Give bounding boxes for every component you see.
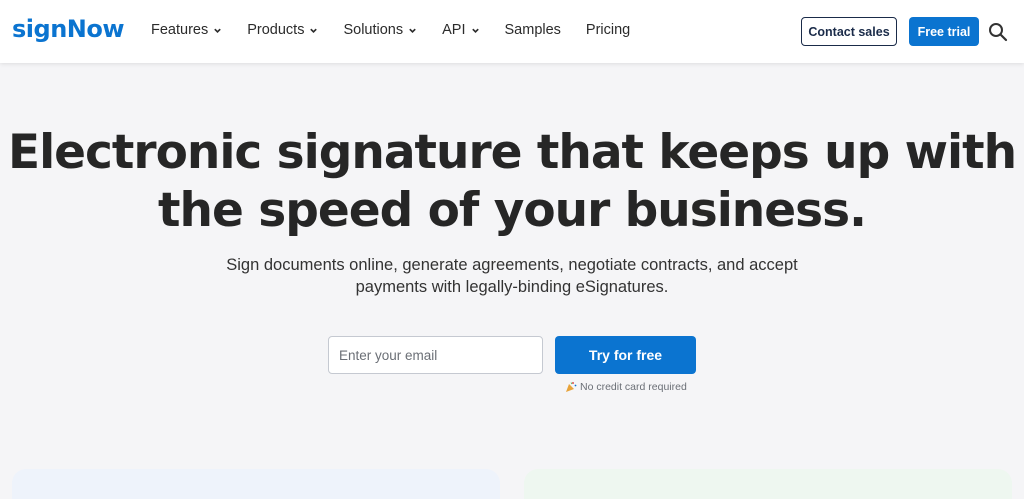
party-popper-icon bbox=[566, 382, 577, 392]
email-input[interactable] bbox=[328, 336, 543, 374]
top-navigation-bar: signNow Features Products Solutions API … bbox=[0, 0, 1024, 63]
free-trial-button[interactable]: Free trial bbox=[909, 17, 979, 46]
subline-line-1: Sign documents online, generate agreemen… bbox=[226, 256, 798, 274]
nav-item-features[interactable]: Features bbox=[151, 22, 222, 38]
headline-line-2: the speed of your business. bbox=[158, 183, 867, 238]
chevron-down-icon bbox=[310, 28, 318, 33]
search-icon[interactable] bbox=[988, 22, 1008, 42]
no-credit-card-text: No credit card required bbox=[580, 381, 687, 393]
feature-card-right bbox=[524, 469, 1012, 499]
nav-item-api[interactable]: API bbox=[442, 22, 479, 38]
subline-line-2: payments with legally-binding eSignature… bbox=[355, 278, 669, 296]
nav-item-samples[interactable]: Samples bbox=[505, 22, 561, 38]
nav-item-pricing[interactable]: Pricing bbox=[586, 22, 630, 38]
nav-item-label: Products bbox=[247, 22, 305, 38]
nav-item-label: Solutions bbox=[343, 22, 404, 38]
try-for-free-button[interactable]: Try for free bbox=[555, 336, 696, 374]
nav-item-label: Pricing bbox=[585, 22, 631, 38]
signnow-logo[interactable]: signNow bbox=[12, 15, 125, 43]
nav-item-label: API bbox=[442, 22, 466, 38]
feature-card-left bbox=[12, 469, 500, 499]
hero-subheadline: Sign documents online, generate agreemen… bbox=[212, 254, 812, 298]
contact-sales-button[interactable]: Contact sales bbox=[801, 17, 897, 46]
main-nav: Features Products Solutions API Samples … bbox=[151, 22, 655, 38]
nav-item-label: Features bbox=[151, 22, 209, 38]
nav-item-solutions[interactable]: Solutions bbox=[343, 22, 417, 38]
chevron-down-icon bbox=[409, 28, 416, 33]
headline-line-1: Electronic signature that keeps up with bbox=[7, 125, 1017, 180]
chevron-down-icon bbox=[214, 28, 222, 33]
nav-item-products[interactable]: Products bbox=[247, 22, 318, 38]
nav-item-label: Samples bbox=[504, 22, 561, 38]
no-credit-card-note: No credit card required bbox=[565, 381, 687, 393]
hero-headline: Electronic signature that keeps up with … bbox=[0, 124, 1024, 240]
chevron-down-icon bbox=[471, 28, 479, 33]
